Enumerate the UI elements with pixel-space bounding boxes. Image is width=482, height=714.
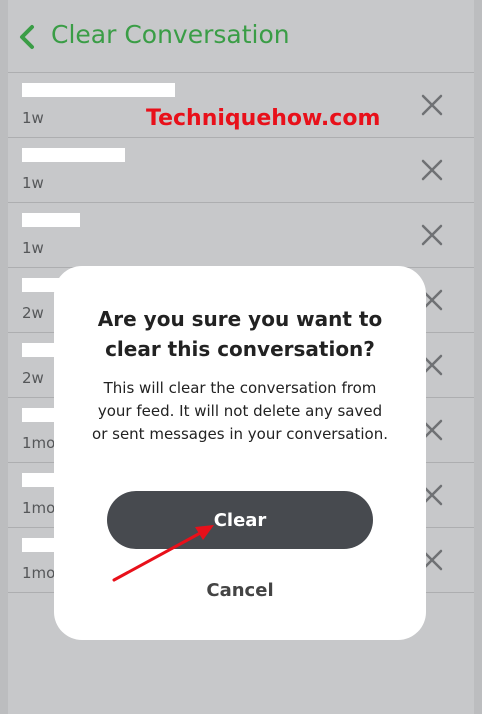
close-icon[interactable] xyxy=(420,93,444,117)
redacted-name xyxy=(22,148,125,162)
chevron-left-icon[interactable] xyxy=(16,24,38,50)
cancel-button[interactable]: Cancel xyxy=(154,572,326,608)
page-title: Clear Conversation xyxy=(51,20,290,49)
header: Clear Conversation xyxy=(8,0,474,72)
watermark-text: Techniquehow.com xyxy=(146,106,381,131)
confirm-dialog: Are you sure you want to clear this conv… xyxy=(54,266,426,640)
conversation-time: 2w xyxy=(22,369,44,387)
list-item[interactable]: 1w xyxy=(8,137,474,202)
redacted-name xyxy=(22,213,80,227)
redacted-name xyxy=(22,83,175,97)
close-icon[interactable] xyxy=(420,158,444,182)
conversation-time: 1w xyxy=(22,174,44,192)
clear-button[interactable]: Clear xyxy=(107,491,373,549)
dialog-title: Are you sure you want to clear this conv… xyxy=(97,307,383,361)
conversation-time: 1w xyxy=(22,239,44,257)
conversation-time: 1mo xyxy=(22,499,56,517)
close-icon[interactable] xyxy=(420,223,444,247)
conversation-time: 1mo xyxy=(22,564,56,582)
list-item[interactable]: 1w xyxy=(8,202,474,267)
conversation-time: 2w xyxy=(22,304,44,322)
conversation-time: 1w xyxy=(22,109,44,127)
conversation-time: 1mo xyxy=(22,434,56,452)
dialog-message: This will clear the conversation from yo… xyxy=(92,379,388,443)
